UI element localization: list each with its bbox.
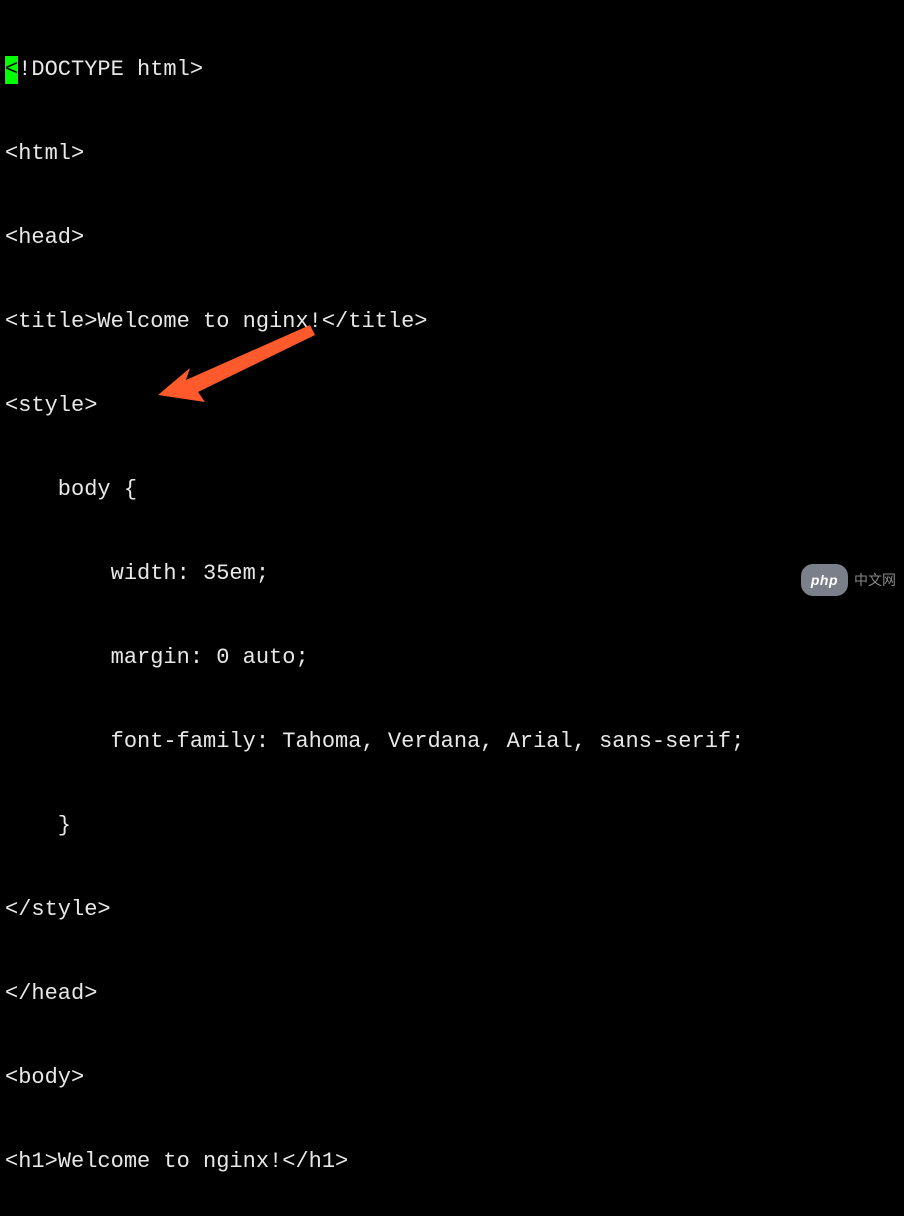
code-line: <!DOCTYPE html> [5,56,899,84]
code-line: <h1>Welcome to nginx!</h1> [5,1148,899,1176]
code-line: width: 35em; [5,560,899,588]
code-line: <body> [5,1064,899,1092]
cursor: < [5,56,18,84]
code-line: body { [5,476,899,504]
code-line: </style> [5,896,899,924]
terminal-editor[interactable]: <!DOCTYPE html> <html> <head> <title>Wel… [0,0,904,1216]
code-line: <style> [5,392,899,420]
code-line: margin: 0 auto; [5,644,899,672]
watermark-text: 中文网 [854,566,896,594]
code-line: font-family: Tahoma, Verdana, Arial, san… [5,728,899,756]
php-badge-icon: php [801,564,848,596]
code-line: } [5,812,899,840]
code-line: </head> [5,980,899,1008]
code-line: <html> [5,140,899,168]
watermark: php 中文网 [801,564,896,596]
code-line: <head> [5,224,899,252]
code-line: <title>Welcome to nginx!</title> [5,308,899,336]
